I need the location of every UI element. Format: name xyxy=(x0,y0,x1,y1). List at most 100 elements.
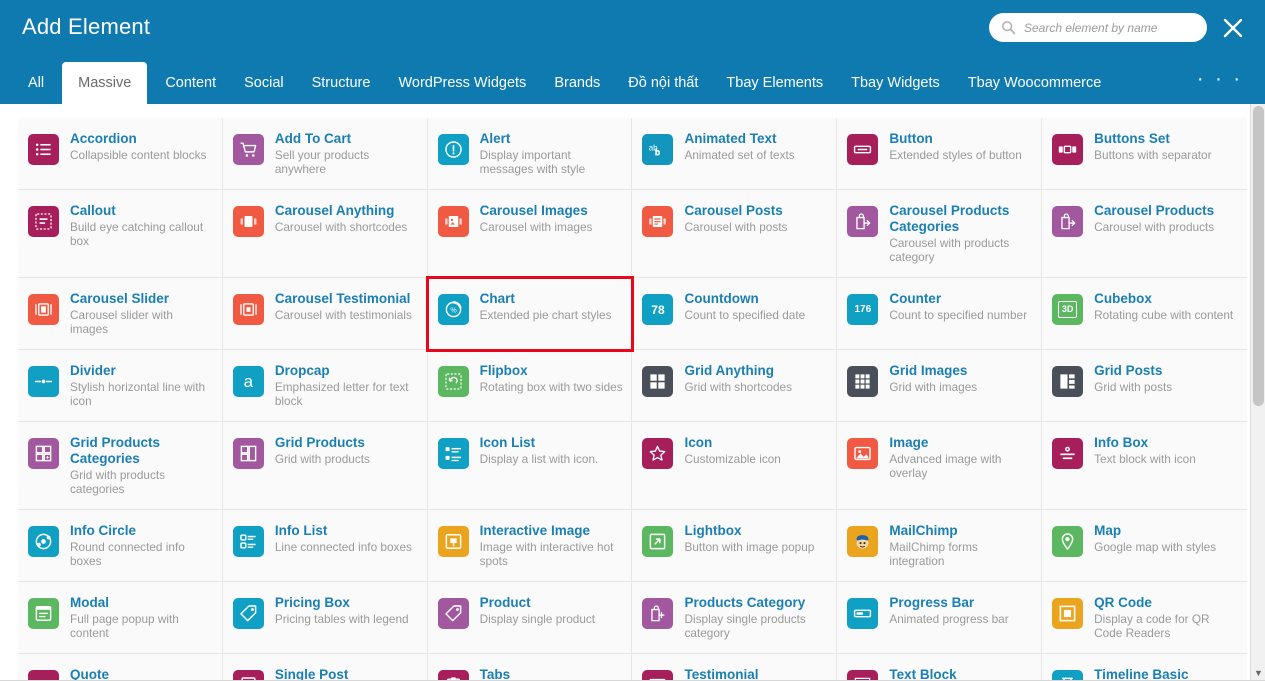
element-title: Carousel Testimonial xyxy=(274,291,411,306)
element-card-modal[interactable]: Modal Full page popup with content xyxy=(18,582,223,654)
element-card-image[interactable]: Image Advanced image with overlay xyxy=(837,422,1043,510)
map-pin-icon xyxy=(1052,526,1084,557)
element-card-testimonial[interactable]: TestimonialStylish recommendation box xyxy=(632,654,838,680)
element-card-info-box[interactable]: Info Box Text block with icon xyxy=(1042,422,1247,510)
element-card-carousel-posts[interactable]: Carousel Posts Carousel with posts xyxy=(632,190,838,278)
element-card-icon[interactable]: Icon Customizable icon xyxy=(632,422,838,510)
element-card-progress-bar[interactable]: Progress Bar Animated progress bar xyxy=(837,582,1043,654)
mailchimp-monkey-icon xyxy=(847,526,879,557)
tab-đồ-nội-thất[interactable]: Đồ nội thất xyxy=(614,62,712,104)
element-card-tabs[interactable]: TabsTabbed content blocks xyxy=(427,654,633,680)
element-card-lightbox[interactable]: Lightbox Button with image popup xyxy=(632,510,838,582)
animated-letters-icon: ab b xyxy=(642,134,674,165)
element-card-add-to-cart[interactable]: Add To Cart Sell your products anywhere xyxy=(222,118,428,190)
element-title: Single Post xyxy=(274,667,349,681)
element-card-info-circle[interactable]: Info Circle Round connected info boxes xyxy=(18,510,223,582)
scrollbar-thumb[interactable] xyxy=(1253,106,1264,406)
element-title: Timeline Basic xyxy=(1094,667,1189,681)
element-card-text: TestimonialStylish recommendation box xyxy=(684,667,828,680)
element-title: Callout xyxy=(70,203,116,218)
element-card-timeline-basic[interactable]: Timeline BasicSimple timeline shortcode xyxy=(1042,654,1247,681)
element-card-callout[interactable]: Callout Build eye catching callout box xyxy=(18,190,223,278)
element-card-info-list[interactable]: Info List Line connected info boxes xyxy=(222,510,428,582)
element-card-accordion[interactable]: Accordion Collapsible content blocks xyxy=(18,118,223,190)
tab-all[interactable]: All xyxy=(14,62,58,104)
element-title: Grid Anything xyxy=(684,363,774,378)
tab-tbay-elements[interactable]: Tbay Elements xyxy=(712,62,837,104)
element-description: Extended pie chart styles xyxy=(479,308,612,322)
element-card-chart[interactable]: % Chart Extended pie chart styles xyxy=(425,276,635,352)
element-card-alert[interactable]: Alert Display important messages with sty… xyxy=(427,118,633,190)
element-card-mailchimp[interactable]: MailChimp MailChimp forms integration xyxy=(837,510,1043,582)
element-description: Grid with images xyxy=(889,380,978,394)
scroll-down-arrow-icon[interactable]: ▼ xyxy=(1251,665,1265,680)
search-box[interactable] xyxy=(989,13,1207,42)
element-card-text: Carousel Testimonial Carousel with testim… xyxy=(275,291,412,322)
tab-tbay-widgets[interactable]: Tbay Widgets xyxy=(837,62,954,104)
close-button[interactable] xyxy=(1219,14,1247,42)
element-card-interactive-image[interactable]: Interactive Image Image with interactive … xyxy=(427,510,633,582)
tab-structure[interactable]: Structure xyxy=(298,62,385,104)
tab-tbay-woocommerce[interactable]: Tbay Woocommerce xyxy=(954,62,1116,104)
element-card-buttons-set[interactable]: Buttons Set Buttons with separator xyxy=(1042,118,1247,190)
grid-categories-icon xyxy=(28,438,59,469)
button-icon xyxy=(847,134,879,165)
tab-wordpress-widgets[interactable]: WordPress Widgets xyxy=(384,62,540,104)
element-card-countdown[interactable]: 78 Countdown Count to specified date xyxy=(632,278,838,350)
element-card-text: Grid Images Grid with images xyxy=(889,363,977,394)
elements-grid: Accordion Collapsible content blocks Add T… xyxy=(0,104,1265,681)
element-description: Emphasized letter for text block xyxy=(274,380,409,408)
price-tag-icon xyxy=(232,598,264,629)
element-card-carousel-products[interactable]: Carousel Products Carousel with products xyxy=(1042,190,1247,278)
element-card-text: Modal Full page popup with content xyxy=(70,595,214,640)
element-card-divider[interactable]: Divider Stylish horizontal line with icon xyxy=(18,350,223,422)
element-card-button[interactable]: Button Extended styles of button xyxy=(837,118,1043,190)
element-card-grid-products-categories[interactable]: Grid Products Categories Grid with produc… xyxy=(18,422,223,510)
element-card-grid-posts[interactable]: Grid Posts Grid with posts xyxy=(1042,350,1247,422)
text-block-t-icon xyxy=(847,670,879,680)
element-title: Grid Images xyxy=(889,363,968,378)
element-description: Sell your products anywhere xyxy=(274,148,370,176)
element-card-qr-code[interactable]: QR Code Display a code for QR Code Reader… xyxy=(1042,582,1247,654)
element-card-products-category[interactable]: Products Category Display single products… xyxy=(632,582,838,654)
element-card-carousel-anything[interactable]: Carousel Anything Carousel with shortcode… xyxy=(222,190,428,278)
element-card-dropcap[interactable]: a Dropcap Emphasized letter for text block xyxy=(222,350,428,422)
element-description: Pricing tables with legend xyxy=(274,612,409,626)
element-card-counter[interactable]: 176 Counter Count to specified number xyxy=(837,278,1043,350)
element-card-cubebox[interactable]: 3D Cubebox Rotating cube with content xyxy=(1042,278,1247,350)
element-title: Quote xyxy=(70,667,109,681)
element-card-pricing-box[interactable]: Pricing Box Pricing tables with legend xyxy=(222,582,428,654)
element-card-animated-text[interactable]: ab b Animated Text Animated set of texts xyxy=(632,118,838,190)
more-tabs-button[interactable]: · · · xyxy=(1197,62,1265,104)
element-card-grid-products[interactable]: Grid Products Grid with products xyxy=(222,422,428,510)
tab-social[interactable]: Social xyxy=(230,62,298,104)
element-card-text-block[interactable]: Text BlockDisplay a text with font forma… xyxy=(837,654,1043,680)
element-card-carousel-images[interactable]: Carousel Images Carousel with images xyxy=(427,190,633,278)
tab-content[interactable]: Content xyxy=(151,62,230,104)
element-card-text: Chart Extended pie chart styles xyxy=(480,291,612,322)
element-title: QR Code xyxy=(1094,595,1152,610)
list-lines-icon xyxy=(28,134,59,165)
element-card-carousel-testimonial[interactable]: Carousel Testimonial Carousel with testim… xyxy=(222,278,428,350)
element-card-flipbox[interactable]: Flipbox Rotating box with two sides xyxy=(427,350,633,422)
vertical-scrollbar[interactable]: ▼ xyxy=(1250,104,1265,680)
element-title: Flipbox xyxy=(479,363,528,378)
element-card-carousel-products-categories[interactable]: Carousel Products Categories Carousel wit… xyxy=(837,190,1043,278)
element-card-product[interactable]: Product Display single product xyxy=(427,582,633,654)
element-card-single-post[interactable]: Single PostCustomizable post with many s… xyxy=(222,654,428,681)
element-card-grid-anything[interactable]: Grid Anything Grid with shortcodes xyxy=(632,350,838,422)
tab-massive[interactable]: Massive xyxy=(62,62,148,104)
element-card-icon-list[interactable]: Icon List Display a list with icon. xyxy=(427,422,633,510)
slider-icon xyxy=(28,294,59,325)
element-title: Buttons Set xyxy=(1094,131,1170,146)
grid-posts-icon xyxy=(1052,366,1084,397)
element-card-text: Map Google map with styles xyxy=(1094,523,1216,554)
search-input[interactable] xyxy=(1024,20,1197,35)
element-card-text: TabsTabbed content blocks xyxy=(480,667,597,680)
element-card-grid-images[interactable]: Grid Images Grid with images xyxy=(837,350,1043,422)
tab-brands[interactable]: Brands xyxy=(540,62,614,104)
element-card-text: Carousel Posts Carousel with posts xyxy=(684,203,787,234)
element-card-carousel-slider[interactable]: Carousel Slider Carousel slider with imag… xyxy=(18,278,223,350)
element-card-quote[interactable]: QuoteQuote text block xyxy=(18,654,223,681)
element-card-map[interactable]: Map Google map with styles xyxy=(1042,510,1247,582)
